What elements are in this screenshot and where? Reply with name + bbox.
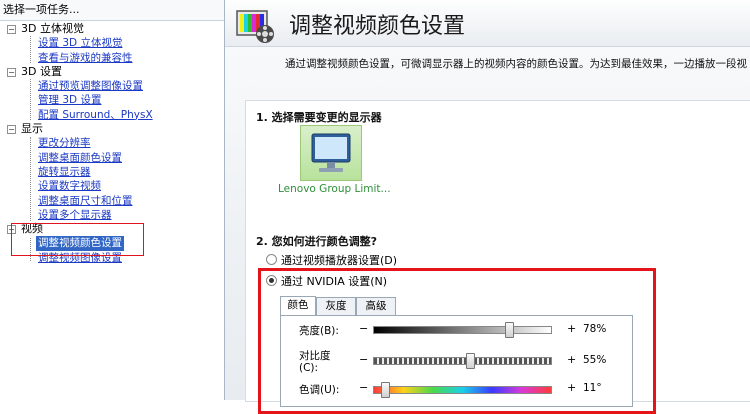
task-pane: 选择一项任务... −3D 立体视觉 设置 3D 立体视觉 查看与游戏的兼容性 …: [0, 0, 225, 400]
tree-connector: [30, 36, 31, 63]
task-item-game-compat[interactable]: 查看与游戏的兼容性: [0, 51, 224, 65]
task-link[interactable]: 查看与游戏的兼容性: [38, 51, 133, 65]
section-color-adjust: 2. 您如何进行颜色调整?: [256, 235, 378, 248]
radio-off-icon[interactable]: [266, 254, 277, 265]
tree-connector: [30, 137, 31, 221]
tree-connector: [30, 79, 31, 120]
task-link[interactable]: 管理 3D 设置: [38, 93, 101, 107]
task-item-surround-physx[interactable]: 配置 Surround、PhysX: [0, 108, 224, 122]
section-select-display: 1. 选择需要变更的显示器: [256, 111, 382, 124]
task-item-setup-stereo[interactable]: 设置 3D 立体视觉: [0, 36, 224, 50]
highlight-box: [258, 268, 656, 414]
collapse-icon[interactable]: −: [7, 67, 16, 77]
highlight-box: [11, 223, 144, 256]
collapse-icon[interactable]: −: [7, 25, 16, 34]
monitor-icon: [311, 133, 351, 172]
category-label: 3D 设置: [21, 64, 62, 78]
task-link[interactable]: 设置数字视频: [38, 179, 101, 193]
collapse-icon[interactable]: −: [7, 125, 16, 135]
category-label: 3D 立体视觉: [21, 22, 84, 35]
task-link[interactable]: 更改分辨率: [38, 136, 91, 150]
radio-label: 通过视频播放器设置(D): [281, 254, 398, 267]
task-item-rotate[interactable]: 旋转显示器: [0, 165, 224, 179]
monitor-name: Lenovo Group Limit...: [278, 183, 391, 195]
radio-player-settings[interactable]: 通过视频播放器设置(D): [266, 252, 397, 268]
page-title: 调整视频颜色设置: [289, 14, 466, 39]
monitor-tile[interactable]: [300, 125, 362, 181]
task-item-manage-3d[interactable]: 管理 3D 设置: [0, 93, 224, 107]
category-display[interactable]: − 显示: [0, 122, 224, 136]
task-link[interactable]: 配置 Surround、PhysX: [38, 108, 153, 122]
page-description: 通过调整视频颜色设置，可微调显示器上的视频内容的颜色设置。为达到最佳效果，一边播…: [285, 58, 747, 70]
task-item-resolution[interactable]: 更改分辨率: [0, 136, 224, 150]
task-item-desktop-size[interactable]: 调整桌面尺寸和位置: [0, 194, 224, 208]
task-item-desktop-color[interactable]: 调整桌面颜色设置: [0, 151, 224, 165]
task-item-digital-video[interactable]: 设置数字视频: [0, 179, 224, 193]
task-link[interactable]: 旋转显示器: [38, 165, 91, 179]
task-link[interactable]: 通过预览调整图像设置: [38, 79, 143, 93]
page-header: 调整视频颜色设置: [225, 0, 750, 47]
task-link[interactable]: 设置多个显示器: [38, 208, 112, 222]
category-3d-settings[interactable]: −3D 设置: [0, 65, 224, 79]
task-link[interactable]: 调整桌面颜色设置: [38, 151, 122, 165]
video-color-icon: [236, 10, 274, 43]
category-label: 显示: [21, 122, 43, 136]
task-link[interactable]: 设置 3D 立体视觉: [38, 36, 122, 50]
task-link[interactable]: 调整桌面尺寸和位置: [38, 194, 133, 208]
category-3d-stereo[interactable]: −3D 立体视觉: [0, 22, 224, 36]
task-item-multi-display[interactable]: 设置多个显示器: [0, 208, 224, 222]
task-pane-header: 选择一项任务...: [0, 0, 224, 21]
task-item-preview-image[interactable]: 通过预览调整图像设置: [0, 79, 224, 93]
